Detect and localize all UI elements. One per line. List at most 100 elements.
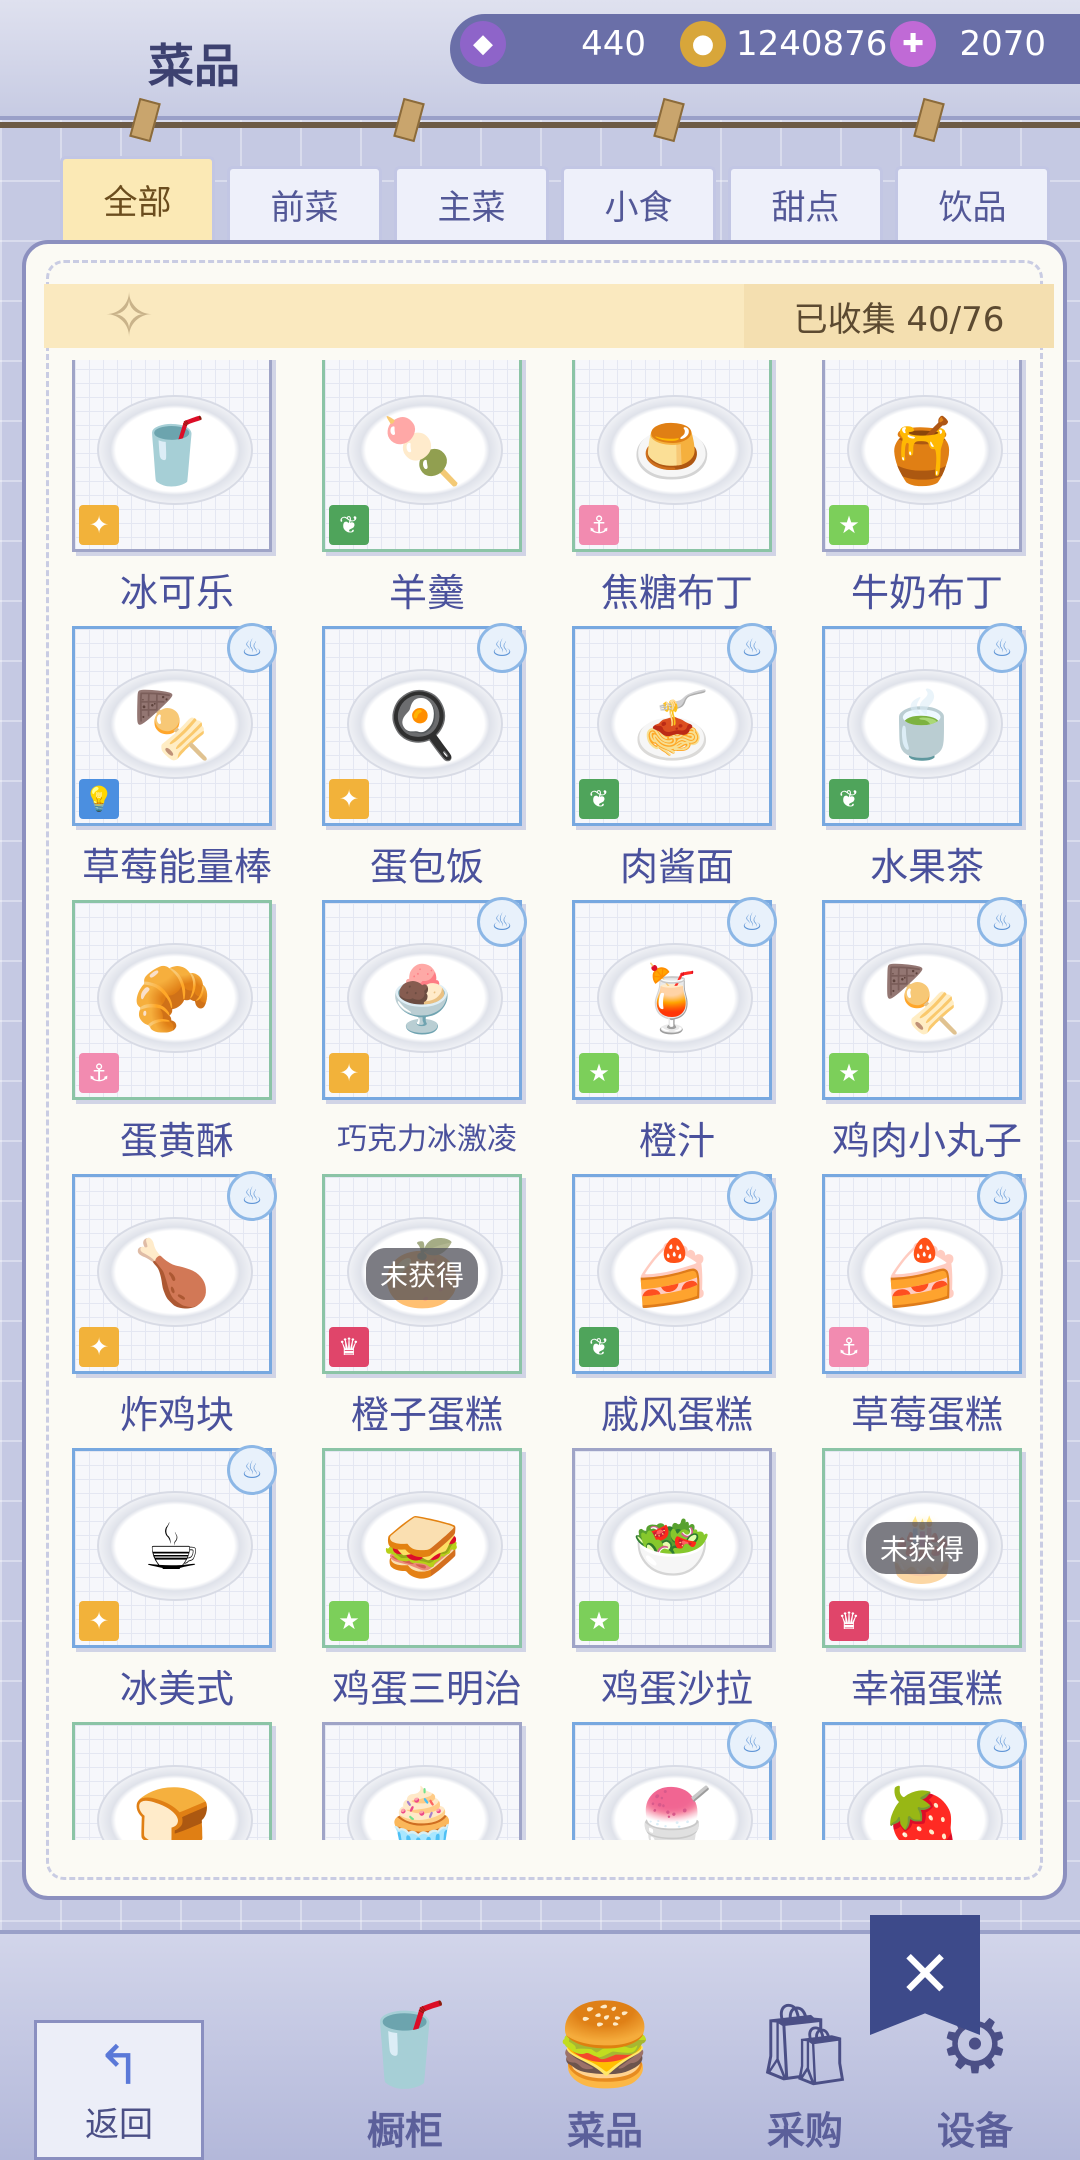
coin-icon: ● bbox=[680, 21, 726, 67]
tab-4[interactable]: 甜点 bbox=[728, 166, 883, 240]
dish-item[interactable]: 🍹 ★ ♨ 橙汁 bbox=[572, 897, 782, 1165]
dish-name: 鸡蛋沙拉 bbox=[600, 1667, 753, 1711]
nav-cabinet[interactable]: 🥤 橱柜 bbox=[330, 1990, 480, 2155]
star-icon: ★ bbox=[329, 1601, 369, 1641]
currency-coin[interactable]: ● 1240876 bbox=[680, 14, 887, 74]
dish-item[interactable]: 🧁✦ bbox=[322, 1722, 532, 1840]
cooking-pot-icon: ♨ bbox=[727, 1171, 777, 1221]
dish-card[interactable]: 🥐 ⚓ bbox=[72, 900, 272, 1100]
dish-image-icon: 🍯 bbox=[882, 415, 962, 489]
dish-item[interactable]: 🍧★♨ bbox=[572, 1719, 782, 1840]
nav-burger[interactable]: 🍔 菜品 bbox=[530, 1990, 680, 2155]
dish-item[interactable]: 🥤 ✦ 冰可乐 bbox=[72, 360, 282, 617]
dish-card[interactable]: 🥗 ★ bbox=[572, 1448, 772, 1648]
tab-1[interactable]: 前菜 bbox=[227, 166, 382, 240]
dish-name: 橙汁 bbox=[638, 1119, 715, 1163]
tab-5[interactable]: 饮品 bbox=[895, 166, 1050, 240]
dish-item[interactable]: 🍗 ✦ ♨ 炸鸡块 bbox=[72, 1171, 282, 1439]
dish-item[interactable]: 🍢 ★ ♨ 鸡肉小丸子 bbox=[822, 897, 1032, 1165]
dish-item[interactable]: 🍮 ⚓ 焦糖布丁 bbox=[572, 360, 782, 617]
dish-card[interactable]: 🧁✦ bbox=[322, 1722, 522, 1840]
dish-name: 戚风蛋糕 bbox=[600, 1393, 753, 1437]
dish-item[interactable]: 🍰 ⚓ ♨ 草莓蛋糕 bbox=[822, 1171, 1032, 1439]
cooking-pot-icon: ♨ bbox=[227, 1171, 277, 1221]
collection-strip: ✧ 已收集 40/76 bbox=[44, 281, 1054, 351]
dish-name: 蛋黄酥 bbox=[119, 1119, 234, 1163]
dish-item[interactable]: 🍝 ❦ ♨ 肉酱面 bbox=[572, 623, 782, 891]
leaf-icon: ❦ bbox=[329, 505, 369, 545]
dish-item[interactable]: 🍊未获得♛橙子蛋糕 bbox=[322, 1174, 532, 1439]
dish-item[interactable]: 🍨 ✦ ♨ 巧克力冰激凌 bbox=[322, 897, 532, 1158]
dish-name: 水果茶 bbox=[869, 845, 984, 889]
currency-energy[interactable]: ✚ 2070 bbox=[890, 14, 1046, 74]
dish-item[interactable]: 🍞⚓ bbox=[72, 1722, 282, 1840]
back-button[interactable]: ↰ 返回 bbox=[34, 2020, 204, 2160]
dish-item[interactable]: 🥐 ⚓ 蛋黄酥 bbox=[72, 900, 282, 1165]
dish-item[interactable]: 🍓✦♨ bbox=[822, 1719, 1032, 1840]
dish-card[interactable]: 🍧★♨ bbox=[572, 1719, 777, 1840]
dish-item[interactable]: 🍯 ★ 牛奶布丁 bbox=[822, 360, 1032, 617]
cooking-pot-icon: ♨ bbox=[477, 623, 527, 673]
dish-item[interactable]: 🎂未获得♛幸福蛋糕 bbox=[822, 1448, 1032, 1713]
tab-2[interactable]: 主菜 bbox=[394, 166, 549, 240]
nav-shopping-bag[interactable]: 🛍 采购 bbox=[730, 1990, 880, 2155]
tab-0[interactable]: 全部 bbox=[60, 156, 215, 240]
dish-card[interactable]: 🍳 ✦ ♨ bbox=[322, 623, 527, 826]
leaf-icon: ❦ bbox=[579, 1327, 619, 1367]
dish-image-icon: 🍰 bbox=[882, 1237, 962, 1311]
dish-card[interactable]: 🍵 ❦ ♨ bbox=[822, 623, 1027, 826]
dish-card[interactable]: 🍝 ❦ ♨ bbox=[572, 623, 777, 826]
dish-item[interactable]: 🍡 ❦ 羊羹 bbox=[322, 360, 532, 617]
dish-card[interactable]: 🍗 ✦ ♨ bbox=[72, 1171, 277, 1374]
dish-name: 蛋包饭 bbox=[369, 845, 484, 889]
puzzle-icon: ✦ bbox=[79, 1601, 119, 1641]
cooking-pot-icon: ♨ bbox=[727, 1719, 777, 1769]
dish-item[interactable]: 🍰 ❦ ♨ 戚风蛋糕 bbox=[572, 1171, 782, 1439]
nav-label: 菜品 bbox=[566, 2109, 643, 2153]
back-arrow-icon: ↰ bbox=[96, 2034, 142, 2097]
gem-count: 440 bbox=[581, 24, 646, 64]
burger-icon: 🍔 bbox=[555, 1998, 655, 2091]
dish-card[interactable]: 🍯 ★ bbox=[822, 360, 1022, 552]
anchor-icon: ⚓ bbox=[829, 1327, 869, 1367]
nav-label: 采购 bbox=[766, 2109, 843, 2153]
dish-card[interactable]: 🍮 ⚓ bbox=[572, 360, 772, 552]
nav-label: 设备 bbox=[936, 2109, 1013, 2153]
star-icon: ★ bbox=[579, 1601, 619, 1641]
dish-image-icon: 🍹 bbox=[632, 963, 712, 1037]
dish-card[interactable]: 🍡 ❦ bbox=[322, 360, 522, 552]
dish-card[interactable]: 🍞⚓ bbox=[72, 1722, 272, 1840]
dish-card[interactable]: 🍊未获得♛ bbox=[322, 1174, 522, 1374]
locked-label: 未获得 bbox=[865, 1522, 979, 1574]
dish-item[interactable]: 🍢 💡 ♨ 草莓能量棒 bbox=[72, 623, 282, 891]
dish-card[interactable]: 🍢 ★ ♨ bbox=[822, 897, 1027, 1100]
close-icon: ✕ bbox=[898, 1938, 952, 2012]
cooking-pot-icon: ♨ bbox=[977, 1171, 1027, 1221]
dish-card[interactable]: 🎂未获得♛ bbox=[822, 1448, 1022, 1648]
dish-card[interactable]: 🍰 ⚓ ♨ bbox=[822, 1171, 1027, 1374]
currency-gem[interactable]: ◆ 440 bbox=[460, 14, 646, 74]
dish-card[interactable]: 🥪 ★ bbox=[322, 1448, 522, 1648]
dish-card[interactable]: 🍰 ❦ ♨ bbox=[572, 1171, 777, 1374]
dish-item[interactable]: 🍵 ❦ ♨ 水果茶 bbox=[822, 623, 1032, 891]
cabinet-icon: 🥤 bbox=[355, 1998, 455, 2091]
dish-card[interactable]: 🍨 ✦ ♨ bbox=[322, 897, 527, 1100]
dish-item[interactable]: 🥪 ★ 鸡蛋三明治 bbox=[322, 1448, 532, 1713]
tab-3[interactable]: 小食 bbox=[561, 166, 716, 240]
dish-card[interactable]: 🍢 💡 ♨ bbox=[72, 623, 277, 826]
coin-count: 1240876 bbox=[736, 24, 888, 64]
dish-image-icon: 🍰 bbox=[632, 1237, 712, 1311]
dish-item[interactable]: 🍳 ✦ ♨ 蛋包饭 bbox=[322, 623, 532, 891]
dish-item[interactable]: 🥗 ★ 鸡蛋沙拉 bbox=[572, 1448, 782, 1713]
dish-image-icon: 🍵 bbox=[882, 689, 962, 763]
dish-image-icon: 🍮 bbox=[632, 415, 712, 489]
dish-card[interactable]: ☕ ✦ ♨ bbox=[72, 1445, 277, 1648]
cooking-pot-icon: ♨ bbox=[977, 623, 1027, 673]
dish-item[interactable]: ☕ ✦ ♨ 冰美式 bbox=[72, 1445, 282, 1713]
leaf-icon: ❦ bbox=[829, 779, 869, 819]
dish-card[interactable]: 🍓✦♨ bbox=[822, 1719, 1027, 1840]
dish-image-icon: 🍡 bbox=[382, 415, 462, 489]
dish-grid: 🥤 ✦ 冰可乐 🍡 ❦ 羊羹 🍮 ⚓ 焦糖布丁 🍯 ★ 牛奶布丁 🍢 💡 ♨ 草莓能量棒 🍳 ✦ ♨ 蛋包饭 🍝 ❦ ♨ 肉酱… bbox=[50, 360, 1050, 1840]
dish-card[interactable]: 🍹 ★ ♨ bbox=[572, 897, 777, 1100]
dish-card[interactable]: 🥤 ✦ bbox=[72, 360, 272, 552]
